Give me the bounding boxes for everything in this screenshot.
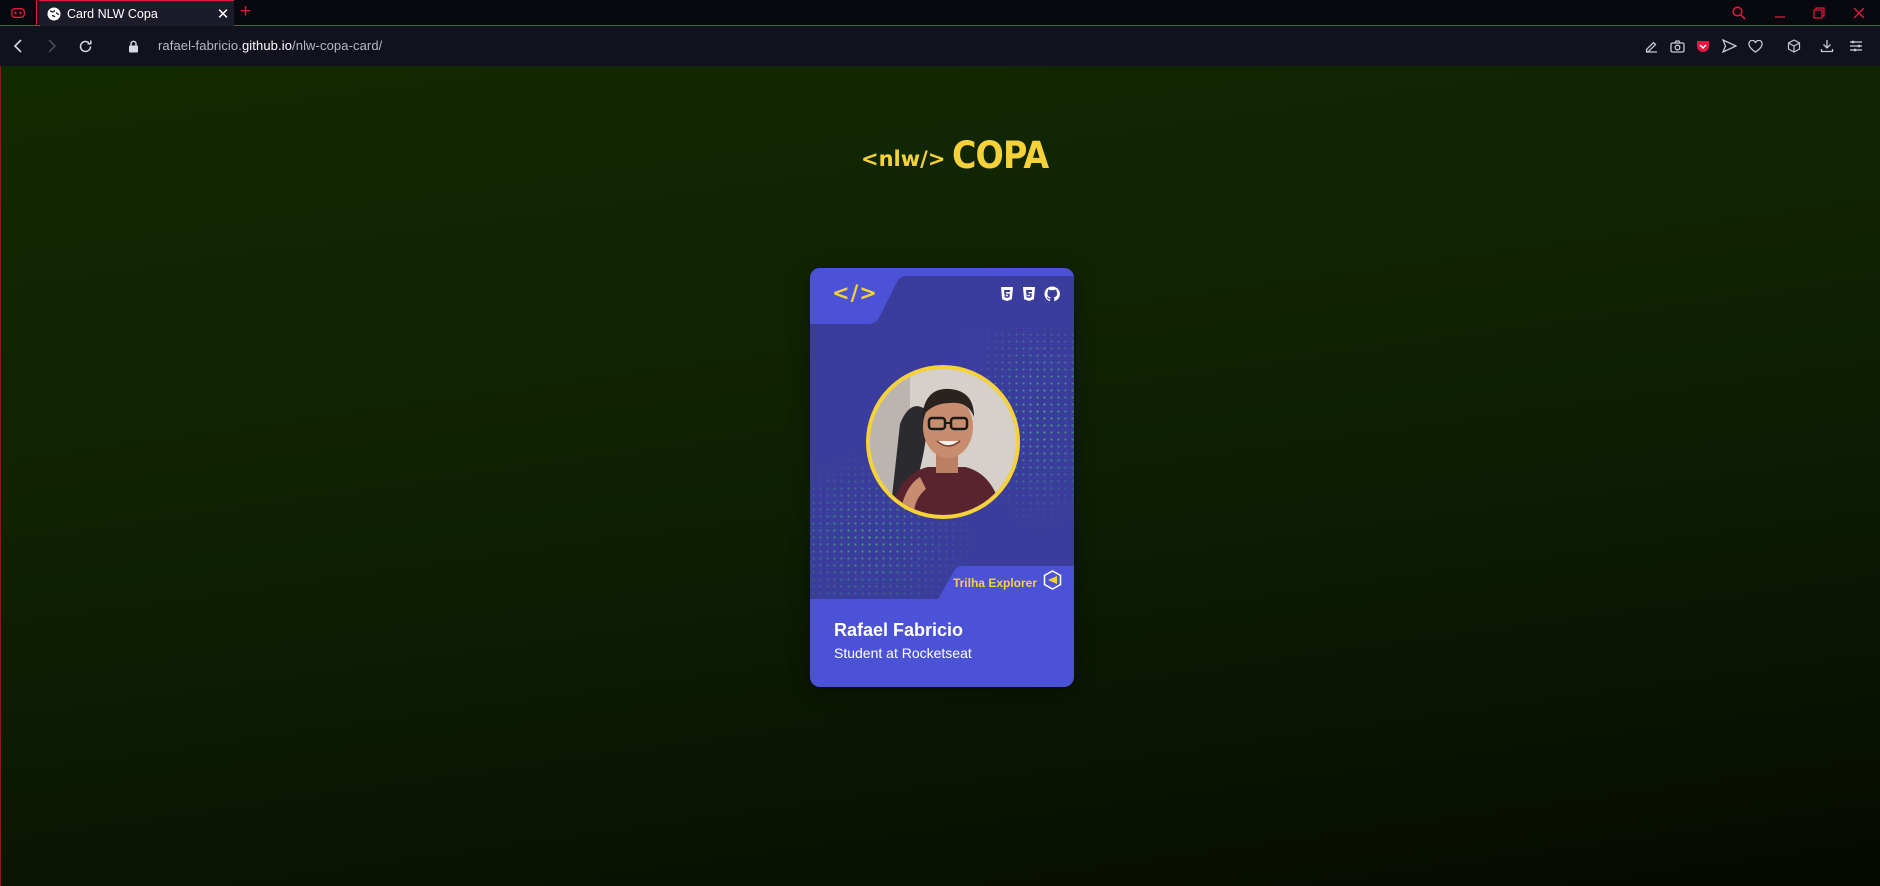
nlw-copa-logo: <nlw/> COPA (861, 136, 1059, 176)
back-icon[interactable] (7, 34, 31, 58)
track-label: Trilha Explorer (952, 575, 1037, 590)
pocket-icon[interactable] (1693, 36, 1713, 56)
globe-icon (47, 7, 61, 21)
lock-icon[interactable] (121, 34, 145, 58)
tab-title: Card NLW Copa (67, 6, 158, 21)
card-info: Rafael Fabricio Student at Rocketseat (810, 599, 1074, 687)
html5-icon[interactable] (1000, 286, 1014, 307)
address-bar: rafael-fabricio.github.io/nlw-copa-card/ (0, 26, 1880, 66)
explorer-hexagon-icon (1043, 570, 1062, 595)
url-path: /nlw-copa-card/ (292, 38, 383, 53)
download-icon[interactable] (1817, 36, 1837, 56)
tech-icons (1000, 286, 1060, 307)
url-prefix: rafael-fabricio. (158, 38, 242, 53)
heart-icon[interactable] (1745, 36, 1765, 56)
profile-name: Rafael Fabricio (834, 620, 964, 640)
url-host: github.io (241, 38, 293, 53)
tab-card-nlw-copa[interactable]: Card NLW Copa ✕ (39, 0, 234, 26)
url-field[interactable]: rafael-fabricio.github.io/nlw-copa-card/ (158, 38, 382, 53)
avatar (866, 365, 1020, 519)
page-content: <nlw/> COPA </> Trilha Explorer Rafael F… (0, 66, 1880, 886)
profile-card: </> Trilha Explorer Rafael Fabricio Stud… (810, 268, 1074, 687)
browser-menu-icon[interactable] (0, 0, 37, 26)
reload-icon[interactable] (73, 34, 97, 58)
logo-copa-text: COPA (952, 134, 1049, 177)
profile-role: Student at Rocketseat (834, 645, 972, 661)
card-top-section: </> Trilha Explorer (810, 268, 1074, 599)
edit-icon[interactable] (1641, 36, 1661, 56)
logo-code-text: <nlw/> (861, 147, 946, 171)
close-tab-icon[interactable]: ✕ (212, 5, 234, 23)
extensions-box-icon[interactable] (1784, 36, 1804, 56)
profile-photo (870, 369, 1016, 515)
menu-icon[interactable] (1846, 36, 1866, 56)
search-tabs-icon[interactable] (1720, 0, 1758, 26)
send-icon[interactable] (1719, 36, 1739, 56)
track-badge: Trilha Explorer (946, 566, 1074, 599)
github-icon[interactable] (1044, 286, 1060, 307)
css3-icon[interactable] (1022, 286, 1036, 307)
close-window-icon[interactable] (1840, 0, 1878, 26)
tab-strip: Card NLW Copa ✕ + (0, 0, 1880, 26)
new-tab-button[interactable]: + (240, 1, 251, 23)
camera-icon[interactable] (1667, 36, 1687, 56)
code-icon: </> (832, 281, 878, 305)
forward-icon[interactable] (39, 34, 63, 58)
card-header: </> (810, 268, 1074, 324)
minimize-icon[interactable] (1761, 0, 1799, 26)
restore-icon[interactable] (1800, 0, 1838, 26)
